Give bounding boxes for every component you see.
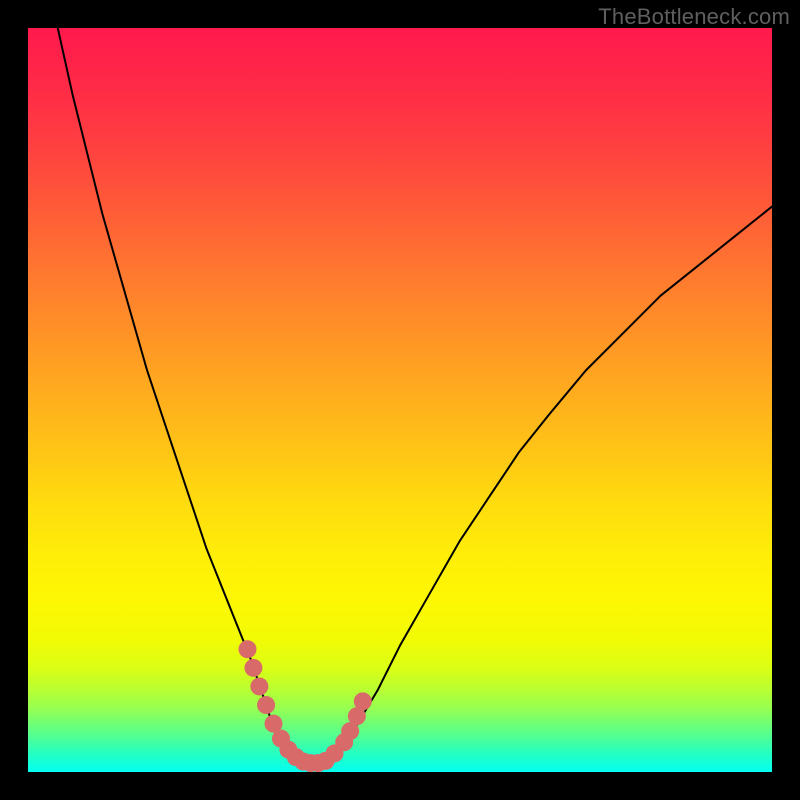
plot-area [28, 28, 772, 772]
watermark-text: TheBottleneck.com [598, 4, 790, 30]
highlight-marker [257, 696, 275, 714]
highlight-marker [244, 659, 262, 677]
highlight-markers [238, 640, 371, 772]
highlight-marker [250, 677, 268, 695]
highlight-marker [354, 692, 372, 710]
chart-frame: TheBottleneck.com [0, 0, 800, 800]
bottleneck-curve [58, 28, 772, 765]
chart-svg [28, 28, 772, 772]
highlight-marker [238, 640, 256, 658]
